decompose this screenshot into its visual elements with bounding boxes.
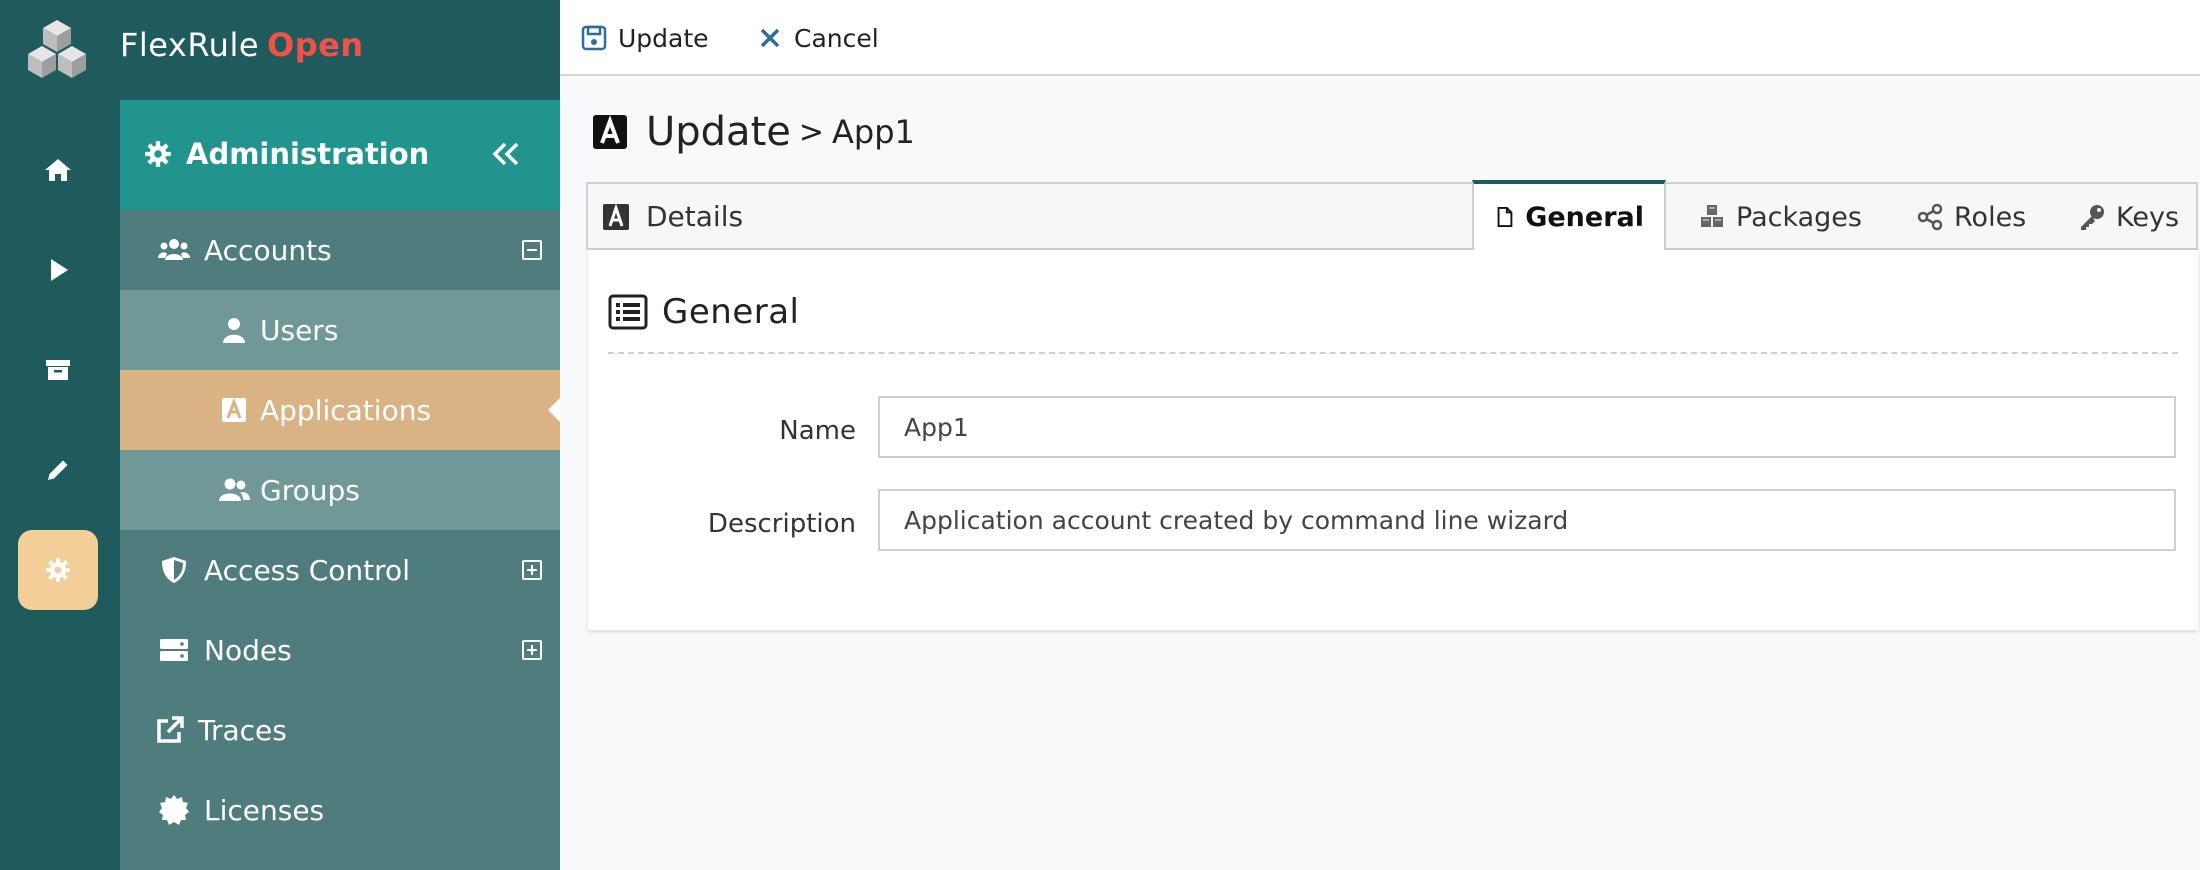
tab-label: Keys	[2116, 201, 2180, 233]
gear-icon	[145, 141, 171, 167]
nav-item-label: Nodes	[204, 634, 292, 667]
expand-toggle[interactable]	[522, 640, 542, 660]
description-label: Description	[707, 509, 856, 539]
cancel-label: Cancel	[794, 23, 879, 53]
tab-keys[interactable]: Keys	[2058, 184, 2199, 250]
cubes-logo-icon	[28, 20, 86, 78]
home-icon	[45, 159, 71, 181]
save-icon	[581, 25, 607, 51]
nav-item-label: Accounts	[204, 234, 332, 267]
nav-item-accounts[interactable]: Accounts	[120, 210, 560, 290]
pencil-icon	[48, 460, 68, 480]
brand-accent: Open	[267, 26, 364, 64]
selected-caret	[548, 398, 560, 422]
tab-label: Roles	[1954, 201, 2027, 233]
tab-label: General	[1525, 201, 1644, 233]
nav-item-label: Traces	[198, 714, 287, 747]
tab-roles[interactable]: Roles	[1896, 184, 2046, 250]
nav-item-traces[interactable]: Traces	[120, 690, 560, 770]
icon-rail	[0, 100, 120, 870]
app-icon	[593, 115, 627, 149]
nav-item-label: Licenses	[204, 794, 325, 827]
brand-name: FlexRule Open	[120, 26, 364, 64]
name-input[interactable]	[878, 396, 2176, 458]
nav-item-access-control[interactable]: Access Control	[120, 530, 560, 610]
nav-item-label: Access Control	[204, 554, 410, 587]
nav-item-label: Applications	[260, 394, 432, 427]
nav-item-applications[interactable]: Applications	[120, 370, 560, 450]
rail-edit-button[interactable]	[18, 430, 98, 510]
rail-archive-button[interactable]	[18, 330, 98, 410]
key-icon	[2081, 205, 2104, 230]
file-icon	[1497, 206, 1513, 228]
nav-header: Administration	[120, 100, 560, 210]
archive-icon	[46, 360, 70, 380]
nav-item-users[interactable]: Users	[120, 290, 560, 370]
nav-item-label: Groups	[260, 474, 360, 507]
page-subtitle: App1	[832, 113, 915, 151]
tab-general[interactable]: General	[1472, 180, 1666, 250]
users-icon	[158, 239, 190, 260]
section-title-text: General	[662, 292, 800, 332]
server-icon	[160, 639, 188, 661]
app-icon	[603, 202, 629, 230]
gear-icon	[46, 558, 70, 582]
collapse-toggle[interactable]	[522, 240, 542, 260]
nav-item-nodes[interactable]: Nodes	[120, 610, 560, 690]
breadcrumb-separator: >	[798, 114, 825, 150]
close-icon	[760, 28, 780, 48]
details-header: Details	[602, 200, 743, 233]
nav-item-label: Users	[260, 314, 339, 347]
group-icon	[219, 478, 250, 501]
cubes-icon	[1701, 205, 1723, 227]
nav-item-groups[interactable]: Groups	[120, 450, 560, 530]
certificate-icon	[159, 795, 189, 825]
update-label: Update	[618, 23, 709, 53]
section-title: General	[608, 292, 800, 332]
cancel-button[interactable]: Cancel	[756, 20, 879, 56]
action-toolbar: Update Cancel	[560, 0, 2200, 76]
general-panel: General Name Description	[588, 250, 2198, 630]
external-link-icon	[157, 716, 184, 743]
brand-bar: FlexRule Open	[0, 0, 560, 100]
details-tab-bar: Details General Packages Roles Keys	[586, 180, 2199, 250]
app-icon	[222, 397, 246, 422]
double-chevron-left-icon[interactable]	[488, 136, 524, 172]
nav-item-licenses[interactable]: Licenses	[120, 770, 560, 850]
page-title: Update > App1	[592, 106, 915, 158]
nav-title: Administration	[186, 137, 430, 171]
rail-run-button[interactable]	[18, 230, 98, 310]
description-input[interactable]	[878, 489, 2176, 551]
expand-toggle[interactable]	[522, 560, 542, 580]
update-button[interactable]: Update	[580, 20, 709, 56]
user-icon	[223, 318, 245, 343]
name-label: Name	[779, 416, 856, 446]
page-title-text: Update	[646, 109, 791, 155]
rail-settings-button[interactable]	[18, 530, 98, 610]
tab-packages[interactable]: Packages	[1678, 184, 1882, 250]
shield-icon	[162, 557, 186, 583]
play-icon	[51, 259, 68, 281]
details-label: Details	[646, 200, 744, 233]
section-divider	[608, 352, 2178, 354]
share-icon	[1917, 203, 1943, 231]
rail-home-button[interactable]	[18, 130, 98, 210]
tab-label: Packages	[1736, 201, 1862, 233]
list-icon	[608, 294, 648, 330]
admin-nav-panel: Administration Accounts Users Applicatio…	[120, 100, 560, 870]
